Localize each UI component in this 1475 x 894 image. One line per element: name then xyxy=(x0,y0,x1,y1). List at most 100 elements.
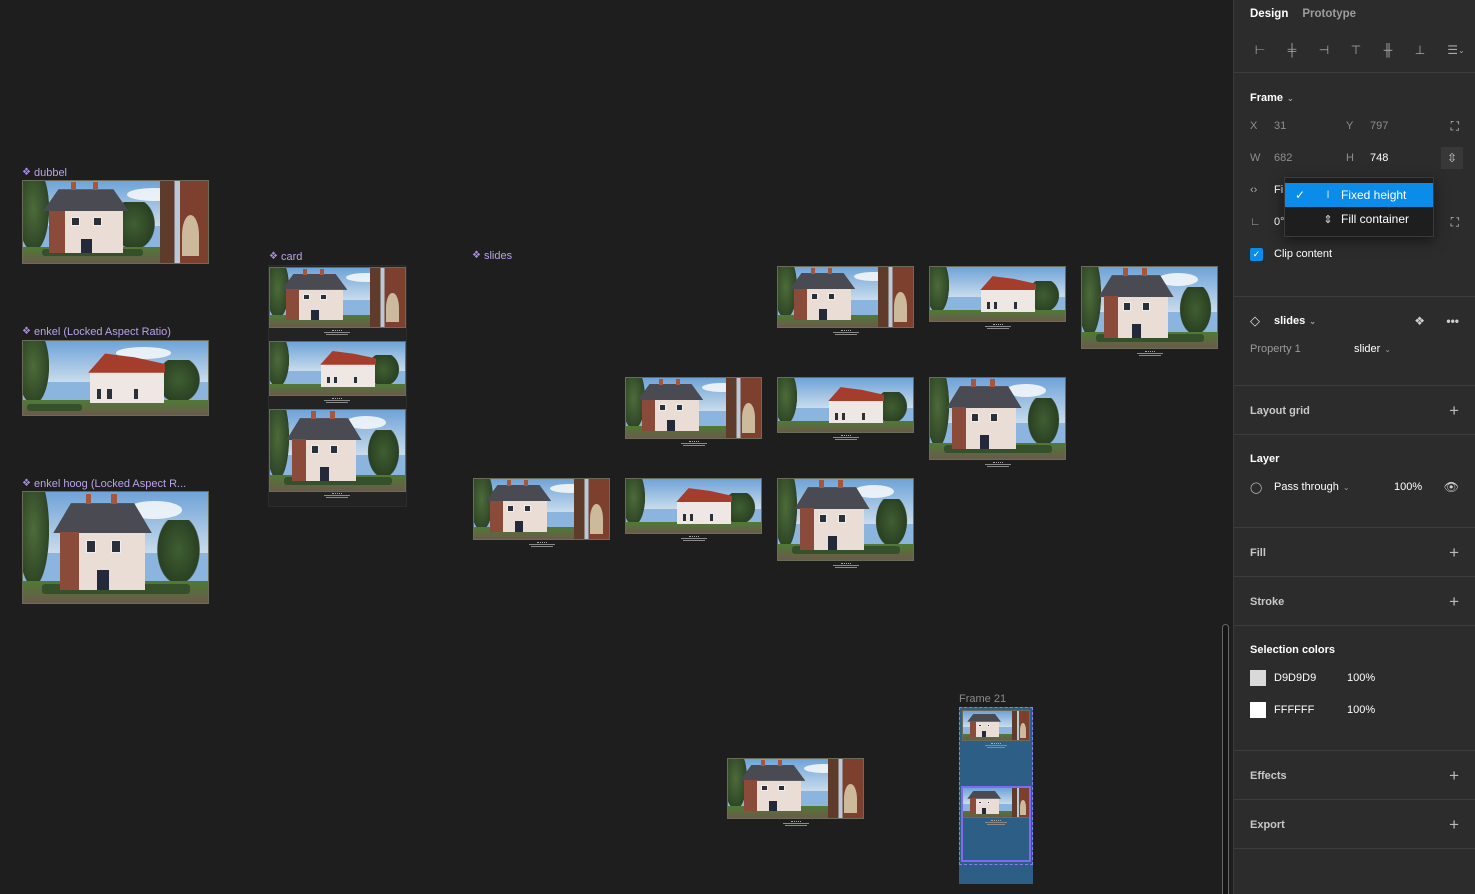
slide-variant-thumbnail[interactable] xyxy=(777,377,914,433)
chevron-down-icon: ⌄ xyxy=(1287,94,1294,103)
corner-radius-icon[interactable]: ⛶ xyxy=(1451,215,1459,230)
constrain-proportions-icon[interactable]: ⇳ xyxy=(1441,147,1463,169)
instance-caption xyxy=(781,821,811,831)
add-effect-icon[interactable]: + xyxy=(1449,767,1459,784)
card-caption xyxy=(322,493,352,503)
component-icon: ❖ xyxy=(269,251,278,262)
check-icon: ✓ xyxy=(1294,188,1306,202)
menu-item-fill-container[interactable]: ⇕ Fill container xyxy=(1285,207,1433,231)
width-input[interactable]: 682 xyxy=(1274,152,1346,164)
slide-variant-thumbnail[interactable] xyxy=(929,266,1066,322)
selection-color-row[interactable]: D9D9D9 100% xyxy=(1234,662,1475,694)
size-row: W 682 H 748 ⇳ xyxy=(1234,142,1475,174)
more-options-icon[interactable]: ••• xyxy=(1446,314,1459,328)
clip-content-row: ✓ Clip content xyxy=(1234,238,1475,270)
fill-container-icon: ⇕ xyxy=(1323,213,1333,226)
align-top-icon[interactable]: ⊤ xyxy=(1346,40,1366,60)
slide-variant-caption xyxy=(831,330,861,340)
component-label-card[interactable]: ❖ card xyxy=(269,251,302,263)
component-icon: ❖ xyxy=(472,250,481,261)
card-thumbnail[interactable] xyxy=(269,341,406,396)
vertical-scrollbar[interactable] xyxy=(1222,624,1229,894)
clip-content-checkbox[interactable]: ✓ xyxy=(1250,247,1263,261)
frame-type-dropdown[interactable]: Frame ⌄ xyxy=(1250,92,1294,104)
stroke-section: Stroke + xyxy=(1234,577,1475,626)
position-row: X 31 Y 797 ⛶ xyxy=(1250,118,1459,134)
rotation-input[interactable]: 0° xyxy=(1274,216,1285,228)
tab-prototype[interactable]: Prototype xyxy=(1302,8,1356,20)
rotation-icon: ∟ xyxy=(1250,216,1261,228)
slide-variant-caption xyxy=(831,563,861,573)
distribute-icon[interactable]: ☰ ⌄ xyxy=(1442,40,1470,60)
fill-section: Fill + xyxy=(1234,528,1475,577)
slide-variant-thumbnail[interactable] xyxy=(777,478,914,561)
instance-thumbnail[interactable] xyxy=(727,758,864,819)
slide-variant-caption xyxy=(831,435,861,445)
selection-color-row[interactable]: FFFFFF 100% xyxy=(1234,694,1475,726)
blend-mode-dropdown[interactable]: Pass through ⌄ xyxy=(1274,481,1394,493)
instance-name-dropdown[interactable]: slides ⌄ xyxy=(1274,315,1316,327)
height-input[interactable]: 748 xyxy=(1370,152,1388,164)
frame-label[interactable]: Frame 21 xyxy=(959,693,1006,705)
align-vertical-center-icon[interactable]: ╫ xyxy=(1378,40,1398,60)
alignment-toolbar: ⊢ ╪ ⊣ ⊤ ╫ ⊥ ☰ ⌄ xyxy=(1234,28,1475,73)
blend-mode-icon: ◯ xyxy=(1250,481,1263,494)
component-icon: ❖ xyxy=(22,326,31,337)
slide-variant-thumbnail[interactable] xyxy=(625,478,762,534)
add-fill-icon[interactable]: + xyxy=(1449,544,1459,561)
effects-section: Effects + xyxy=(1234,751,1475,800)
slide-variant-caption xyxy=(983,324,1013,334)
color-swatch[interactable] xyxy=(1250,702,1266,718)
card-caption xyxy=(322,398,352,408)
slide-variant-caption xyxy=(1135,351,1165,361)
eye-icon[interactable]: 👁 xyxy=(1444,480,1459,494)
thumbnail-enkel-hoog[interactable] xyxy=(22,491,209,604)
component-label-dubbel[interactable]: ❖ dubbel xyxy=(22,167,67,179)
card-thumbnail[interactable] xyxy=(269,267,406,328)
panel-tabs: Design Prototype xyxy=(1234,0,1475,28)
card-caption xyxy=(322,330,352,340)
layer-opacity-input[interactable]: 100% xyxy=(1394,481,1422,493)
absolute-position-icon[interactable]: ⛶ xyxy=(1451,119,1459,134)
resizing-dropdown[interactable]: Fi xyxy=(1274,184,1283,196)
slide-variant-caption xyxy=(679,536,709,546)
instance-section: ◇ slides ⌄ ❖ ••• Property 1 slider ⌄ xyxy=(1234,305,1475,386)
property-value-dropdown[interactable]: slider ⌄ xyxy=(1354,343,1391,355)
chevron-down-icon: ⌄ xyxy=(1342,483,1350,492)
x-input[interactable]: 31 xyxy=(1274,120,1346,132)
slide-variant-caption xyxy=(983,462,1013,472)
layer-section: Layer ◯ Pass through ⌄ 100% 👁 xyxy=(1234,447,1475,528)
resizing-icon: ‹› xyxy=(1250,184,1258,196)
component-label-enkel-hoog[interactable]: ❖ enkel hoog (Locked Aspect R... xyxy=(22,478,186,490)
fixed-height-icon: I xyxy=(1326,189,1330,201)
thumbnail-enkel[interactable] xyxy=(22,340,209,416)
component-icon: ❖ xyxy=(22,167,31,178)
slide-variant-thumbnail[interactable] xyxy=(625,377,762,439)
add-layout-grid-icon[interactable]: + xyxy=(1449,402,1459,419)
align-horizontal-center-icon[interactable]: ╪ xyxy=(1282,40,1302,60)
canvas[interactable]: ❖ dubbel ❖ enkel (Locked Aspect Ratio) ❖… xyxy=(0,0,1233,894)
align-bottom-icon[interactable]: ⊥ xyxy=(1410,40,1430,60)
component-label-enkel[interactable]: ❖ enkel (Locked Aspect Ratio) xyxy=(22,326,171,338)
card-thumbnail[interactable] xyxy=(269,409,406,492)
y-input[interactable]: 797 xyxy=(1370,120,1388,132)
component-label-slides[interactable]: ❖ slides xyxy=(472,250,512,262)
slide-variant-thumbnail[interactable] xyxy=(473,478,610,540)
slide-variant-thumbnail[interactable] xyxy=(777,266,914,328)
go-to-main-component-icon[interactable]: ❖ xyxy=(1414,314,1425,328)
property-row: Property 1 slider ⌄ xyxy=(1250,343,1391,355)
align-right-icon[interactable]: ⊣ xyxy=(1314,40,1334,60)
slide-variant-thumbnail[interactable] xyxy=(929,377,1066,460)
component-icon: ❖ xyxy=(22,478,31,489)
align-left-icon[interactable]: ⊢ xyxy=(1250,40,1270,60)
add-stroke-icon[interactable]: + xyxy=(1449,593,1459,610)
export-section: Export + xyxy=(1234,800,1475,849)
color-swatch[interactable] xyxy=(1250,670,1266,686)
menu-item-fixed-height[interactable]: ✓ I Fixed height xyxy=(1285,183,1433,207)
frame-21[interactable] xyxy=(959,707,1033,884)
add-export-icon[interactable]: + xyxy=(1449,816,1459,833)
slide-variant-thumbnail[interactable] xyxy=(1081,266,1218,349)
selected-instance-outline[interactable] xyxy=(961,786,1031,862)
thumbnail-dubbel[interactable] xyxy=(22,180,209,264)
tab-design[interactable]: Design xyxy=(1250,8,1288,20)
